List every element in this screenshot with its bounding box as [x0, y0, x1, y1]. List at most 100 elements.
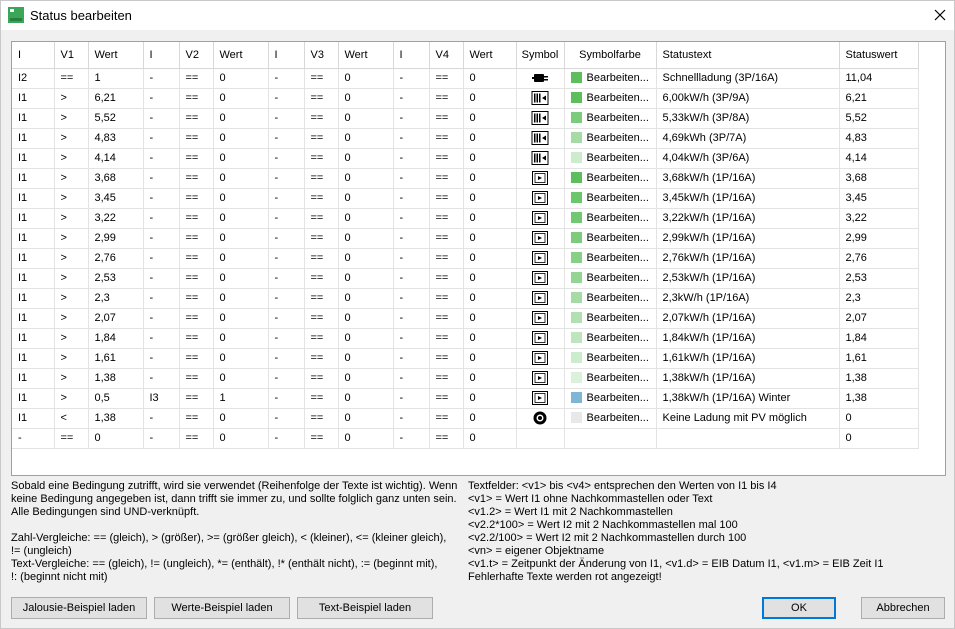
table-row[interactable]: I1 >2,53- == 0- == 0- == 0 Bearbeiten... 2,53kW/h… [12, 268, 919, 289]
table-row[interactable]: - == 0- == 0- == 0- == 0 0 [12, 428, 919, 449]
table-cell-col-v3[interactable]: == [304, 248, 339, 269]
table-cell-col-v2[interactable]: == [179, 188, 214, 209]
table-cell-symbolfarbe[interactable]: Bearbeiten... [564, 408, 657, 429]
table-cell-symbolfarbe[interactable]: Bearbeiten... [564, 108, 657, 129]
table-cell-col-wert3[interactable]: 0 [338, 268, 394, 289]
table-cell-col-i3[interactable]: - [268, 68, 305, 89]
table-cell-col-wert4[interactable]: 0 [463, 148, 517, 169]
table-cell-col-i3[interactable]: - [268, 128, 305, 149]
table-cell-col-i2[interactable]: I3 [143, 388, 180, 409]
table-cell-col-v1[interactable]: > [54, 388, 89, 409]
table-cell-col-wert1[interactable]: 3,45 [88, 188, 144, 209]
table-cell-col-wert2[interactable]: 0 [213, 168, 269, 189]
edit-color-link[interactable]: Bearbeiten... [587, 252, 649, 264]
table-cell-col-i1[interactable]: I1 [12, 248, 55, 269]
table-cell-col-wert1[interactable]: 2,53 [88, 268, 144, 289]
table-cell-col-v2[interactable]: == [179, 368, 214, 389]
table-cell-col-i2[interactable]: - [143, 208, 180, 229]
table-cell-col-i1[interactable]: I1 [12, 408, 55, 429]
cancel-button[interactable]: Abbrechen [861, 597, 945, 619]
table-cell-col-i3[interactable]: - [268, 288, 305, 309]
table-cell-col-wert2[interactable]: 0 [213, 268, 269, 289]
table-cell-statuswert[interactable]: 4,83 [839, 128, 919, 149]
table-cell-col-wert2[interactable]: 0 [213, 68, 269, 89]
table-cell-col-v1[interactable]: > [54, 168, 89, 189]
edit-color-link[interactable]: Bearbeiten... [587, 212, 649, 224]
edit-color-link[interactable]: Bearbeiten... [587, 172, 649, 184]
load-values-example-button[interactable]: Werte-Beispiel laden [154, 597, 290, 619]
table-cell-col-i2[interactable]: - [143, 88, 180, 109]
table-cell-symbol[interactable] [516, 68, 565, 89]
table-cell-col-wert3[interactable]: 0 [338, 348, 394, 369]
table-cell-col-v1[interactable]: == [54, 428, 89, 449]
table-cell-col-v3[interactable]: == [304, 428, 339, 449]
table-cell-col-v4[interactable]: == [429, 308, 464, 329]
table-cell-col-wert2[interactable]: 0 [213, 228, 269, 249]
table-cell-col-wert1[interactable]: 3,22 [88, 208, 144, 229]
table-cell-symbol[interactable] [516, 168, 565, 189]
table-row[interactable]: I1 >5,52- == 0- == 0- == 0 Bearbeiten... 5,33kW/h… [12, 108, 919, 129]
table-cell-col-v2[interactable]: == [179, 148, 214, 169]
table-cell-col-wert2[interactable]: 0 [213, 148, 269, 169]
table-cell-col-v2[interactable]: == [179, 428, 214, 449]
table-cell-symbol[interactable] [516, 188, 565, 209]
table-cell-col-v3[interactable]: == [304, 208, 339, 229]
table-cell-col-v4[interactable]: == [429, 228, 464, 249]
table-cell-col-i3[interactable]: - [268, 268, 305, 289]
table-cell-col-v2[interactable]: == [179, 208, 214, 229]
table-cell-col-v1[interactable]: > [54, 308, 89, 329]
table-row[interactable]: I1 <1,38- == 0- == 0- == 0 Bearbeiten... Keine La… [12, 408, 919, 429]
table-cell-statustext[interactable]: Keine Ladung mit PV möglich [656, 408, 840, 429]
table-row[interactable]: I1 >0,5 I3 == 1- == 0- == 0 Bearbeiten... 1,38kW/h… [12, 388, 919, 409]
table-row[interactable]: I1 >2,3- == 0- == 0- == 0 Bearbeiten... 2,3kW/h (… [12, 288, 919, 309]
table-cell-col-wert4[interactable]: 0 [463, 348, 517, 369]
table-cell-col-i3[interactable]: - [268, 228, 305, 249]
table-row[interactable]: I1 >3,45- == 0- == 0- == 0 Bearbeiten... 3,45kW/h… [12, 188, 919, 209]
table-cell-col-wert4[interactable]: 0 [463, 168, 517, 189]
table-cell-col-wert3[interactable]: 0 [338, 288, 394, 309]
table-cell-statuswert[interactable]: 2,3 [839, 288, 919, 309]
table-cell-statustext[interactable]: 1,38kW/h (1P/16A) Winter [656, 388, 840, 409]
table-cell-col-i4[interactable]: - [393, 388, 430, 409]
table-cell-col-v1[interactable]: > [54, 228, 89, 249]
table-cell-col-v4[interactable]: == [429, 348, 464, 369]
table-cell-symbol[interactable] [516, 368, 565, 389]
table-cell-symbolfarbe[interactable]: Bearbeiten... [564, 388, 657, 409]
table-row[interactable]: I1 >1,84- == 0- == 0- == 0 Bearbeiten... 1,84kW/h… [12, 328, 919, 349]
table-cell-symbolfarbe[interactable]: Bearbeiten... [564, 128, 657, 149]
table-cell-col-v4[interactable]: == [429, 188, 464, 209]
table-cell-symbol[interactable] [516, 388, 565, 409]
table-cell-col-v2[interactable]: == [179, 348, 214, 369]
table-row[interactable]: I1 >3,68- == 0- == 0- == 0 Bearbeiten... 3,68kW/h… [12, 168, 919, 189]
table-cell-col-wert3[interactable]: 0 [338, 128, 394, 149]
table-cell-col-v2[interactable]: == [179, 168, 214, 189]
table-cell-col-wert1[interactable]: 0 [88, 428, 144, 449]
table-cell-col-v4[interactable]: == [429, 148, 464, 169]
status-grid[interactable]: I V1 Wert I V2 Wert I V3 Wert I V4 Wert Symbol Symbol… [11, 41, 946, 476]
table-cell-col-i1[interactable]: I1 [12, 348, 55, 369]
table-cell-col-v4[interactable]: == [429, 428, 464, 449]
column-header-col-wert3[interactable]: Wert [338, 42, 394, 69]
table-cell-col-v4[interactable]: == [429, 388, 464, 409]
table-cell-col-v3[interactable]: == [304, 188, 339, 209]
table-cell-col-wert3[interactable]: 0 [338, 68, 394, 89]
table-cell-col-i3[interactable]: - [268, 168, 305, 189]
table-cell-col-wert2[interactable]: 0 [213, 328, 269, 349]
table-cell-symbolfarbe[interactable]: Bearbeiten... [564, 228, 657, 249]
table-cell-col-v1[interactable]: > [54, 188, 89, 209]
table-row[interactable]: I1 >1,61- == 0- == 0- == 0 Bearbeiten... 1,61kW/h… [12, 348, 919, 369]
table-cell-col-v3[interactable]: == [304, 368, 339, 389]
table-cell-symbol[interactable] [516, 428, 565, 449]
table-cell-col-wert2[interactable]: 0 [213, 348, 269, 369]
table-cell-col-wert1[interactable]: 3,68 [88, 168, 144, 189]
table-cell-col-v1[interactable]: > [54, 368, 89, 389]
table-cell-symbol[interactable] [516, 408, 565, 429]
table-cell-col-v3[interactable]: == [304, 108, 339, 129]
column-header-col-i3[interactable]: I [268, 42, 305, 69]
table-cell-col-i4[interactable]: - [393, 108, 430, 129]
table-cell-col-i3[interactable]: - [268, 148, 305, 169]
table-cell-symbolfarbe[interactable]: Bearbeiten... [564, 288, 657, 309]
table-cell-col-wert3[interactable]: 0 [338, 148, 394, 169]
table-cell-col-v4[interactable]: == [429, 168, 464, 189]
edit-color-link[interactable]: Bearbeiten... [587, 312, 649, 324]
